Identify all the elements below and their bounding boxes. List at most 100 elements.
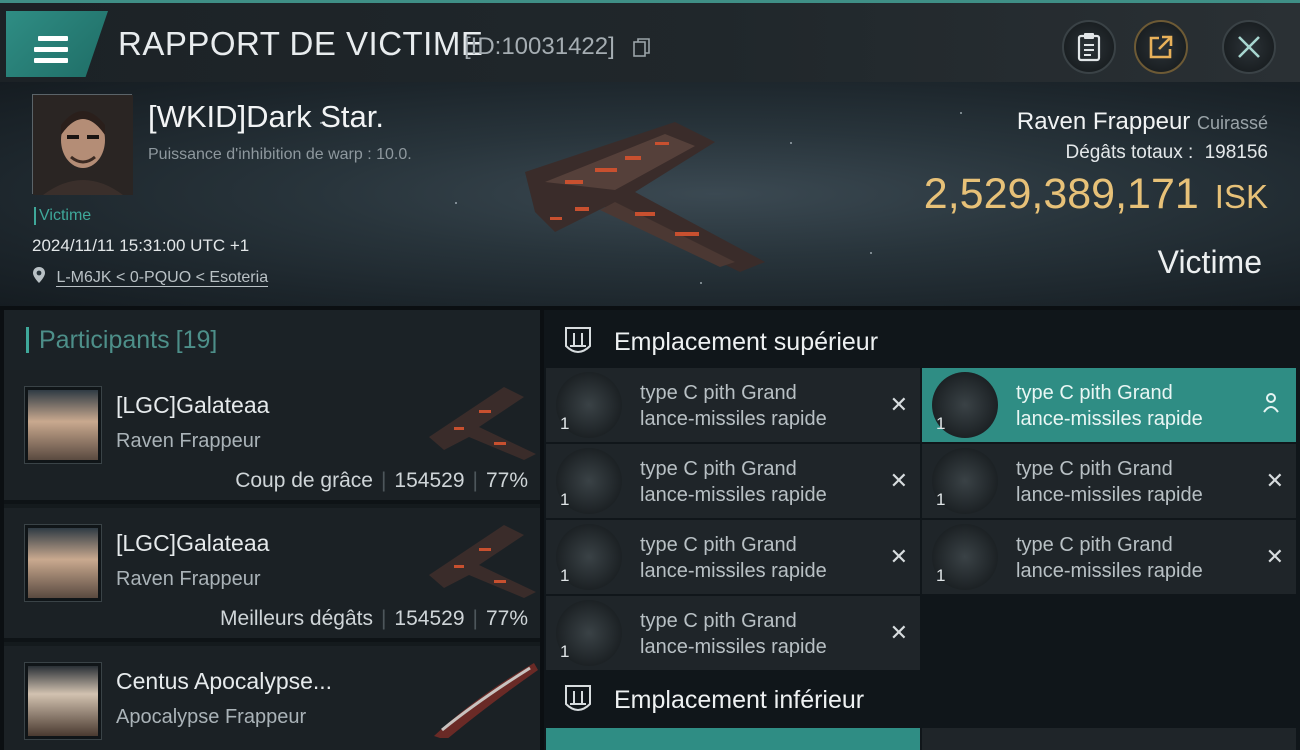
- total-damage: Dégâts totaux : 198156: [1066, 142, 1268, 164]
- victim-ship-image: [525, 122, 765, 272]
- module-slot[interactable]: 1 type C pith Grand lance-missiles rapide…: [546, 520, 920, 594]
- participant-tag: Meilleurs dégâts: [220, 607, 373, 630]
- participant-stats: Coup de grâce | 154529 | 77%: [235, 469, 528, 492]
- module-slot[interactable]: 1 type C pith Grand lance-missiles rapide: [922, 368, 1296, 442]
- kill-datetime: 2024/11/11 15:31:00 UTC +1: [32, 236, 250, 255]
- participant-name: Centus Apocalypse...: [116, 668, 333, 694]
- avatar[interactable]: [24, 386, 102, 464]
- clipboard-icon: [1077, 33, 1101, 62]
- participant-percent: 77%: [485, 607, 528, 630]
- report-id: [ID:10031422]: [464, 33, 615, 60]
- module-name: type C pith Grand lance-missiles rapide: [640, 456, 827, 508]
- participant-ship: Apocalypse Frappeur: [116, 706, 307, 728]
- destroyed-icon: ✕: [1265, 468, 1284, 493]
- participants-label: Participants: [39, 325, 170, 354]
- module-quantity: 1: [936, 490, 946, 509]
- participant-ship-image: [429, 387, 536, 460]
- location-pin-icon: [33, 267, 45, 283]
- share-icon: [1149, 35, 1173, 59]
- copy-icon[interactable]: [632, 37, 652, 59]
- module-slot[interactable]: 1 type C pith Grand lance-missiles rapide…: [922, 520, 1296, 594]
- victim-banner: [WKID]Dark Star. Puissance d'inhibition …: [0, 82, 1300, 306]
- participant-ship: Raven Frappeur: [116, 568, 261, 590]
- module-quantity: 1: [936, 414, 946, 433]
- low-slot-title: Emplacement inférieur: [614, 685, 865, 714]
- module-name-line1: type C pith Grand: [1016, 382, 1173, 404]
- victim-avatar[interactable]: [32, 94, 133, 195]
- clipboard-button[interactable]: [1062, 20, 1116, 74]
- victim-role-tag: Victime: [34, 207, 91, 225]
- destroyed-icon: ✕: [889, 392, 908, 417]
- module-name-line2: lance-missiles rapide: [640, 560, 827, 582]
- module-quantity: 1: [560, 490, 570, 509]
- victim-ship: Raven Frappeur Cuirassé: [1017, 108, 1268, 136]
- ship-name: Raven Frappeur: [1016, 108, 1191, 135]
- destroyed-icon: ✕: [1265, 544, 1284, 569]
- destroyed-icon: ✕: [889, 468, 908, 493]
- avatar[interactable]: [24, 662, 102, 740]
- avatar[interactable]: [24, 524, 102, 602]
- module-slot[interactable]: [922, 728, 1296, 750]
- participant-row[interactable]: Centus Apocalypse... Apocalypse Frappeur: [4, 646, 540, 750]
- victim-role-label: Victime: [1157, 244, 1262, 280]
- victim-name: [WKID]Dark Star.: [148, 99, 384, 134]
- module-name: type C pith Grand lance-missiles rapide: [1016, 532, 1203, 584]
- module-name-line1: type C pith Grand: [1016, 458, 1173, 480]
- module-name-line2: lance-missiles rapide: [640, 636, 827, 658]
- module-name-line1: type C pith Grand: [1016, 534, 1173, 556]
- high-slot-header: Emplacement supérieur: [544, 314, 1300, 370]
- participant-percent: 77%: [485, 469, 528, 492]
- participant-ship: Raven Frappeur: [116, 430, 261, 452]
- close-button[interactable]: [1222, 20, 1276, 74]
- participant-damage: 154529: [394, 607, 465, 630]
- module-quantity: 1: [560, 642, 570, 661]
- participants-count: [19]: [175, 325, 218, 354]
- total-damage-label: Dégâts totaux :: [1065, 142, 1194, 163]
- module-name-line1: type C pith Grand: [640, 382, 797, 404]
- participant-name: [LGC]Galateaa: [116, 392, 270, 418]
- module-name-line2: lance-missiles rapide: [1016, 484, 1203, 506]
- module-quantity: 1: [936, 566, 946, 585]
- module-slot[interactable]: 1 type C pith Grand lance-missiles rapide…: [546, 444, 920, 518]
- title-bar: RAPPORT DE VICTIME [ID:10031422]: [0, 0, 1300, 82]
- menu-icon: [34, 36, 68, 64]
- module-name: type C pith Grand lance-missiles rapide: [640, 380, 827, 432]
- module-slot[interactable]: 1 type C pith Grand lance-missiles rapide…: [546, 368, 920, 442]
- share-button[interactable]: [1134, 20, 1188, 74]
- module-quantity: 1: [560, 566, 570, 585]
- location-link[interactable]: L-M6JK < 0-PQUO < Esoteria: [56, 269, 269, 287]
- isk-unit: ISK: [1214, 178, 1268, 215]
- participants-panel: Participants [19] [LGC]Galateaa Raven Fr…: [4, 310, 540, 750]
- module-name: type C pith Grand lance-missiles rapide: [640, 532, 827, 584]
- destroyed-icon: ✕: [889, 544, 908, 569]
- module-slot[interactable]: [546, 728, 920, 750]
- close-icon: [1238, 36, 1260, 58]
- participant-name: [LGC]Galateaa: [116, 530, 270, 556]
- page-title: RAPPORT DE VICTIME: [118, 25, 484, 62]
- participant-stats: Meilleurs dégâts | 154529 | 77%: [220, 607, 528, 630]
- module-slot[interactable]: 1 type C pith Grand lance-missiles rapide…: [922, 444, 1296, 518]
- destroyed-icon: ✕: [889, 620, 908, 645]
- module-name-line2: lance-missiles rapide: [1016, 560, 1203, 582]
- participant-ship-image: [434, 663, 538, 738]
- high-slot-title: Emplacement supérieur: [614, 327, 879, 356]
- slot-shield-icon: [565, 327, 591, 353]
- participant-row[interactable]: [LGC]Galateaa Raven Frappeur Meilleurs d…: [4, 508, 540, 642]
- participant-ship-image: [429, 525, 536, 598]
- fitting-panel: Emplacement supérieur 1 type C pith Gran…: [544, 310, 1300, 750]
- menu-button[interactable]: [6, 11, 108, 77]
- module-name-line2: lance-missiles rapide: [640, 484, 827, 506]
- module-quantity: 1: [560, 414, 570, 433]
- module-name-line2: lance-missiles rapide: [640, 408, 827, 430]
- participant-row[interactable]: [LGC]Galateaa Raven Frappeur Coup de grâ…: [4, 370, 540, 504]
- low-slot-header: Emplacement inférieur: [544, 672, 1300, 728]
- module-name-line1: type C pith Grand: [640, 534, 797, 556]
- module-slot[interactable]: 1 type C pith Grand lance-missiles rapide…: [546, 596, 920, 670]
- kill-location[interactable]: L-M6JK < 0-PQUO < Esoteria: [32, 266, 269, 287]
- pilot-icon: [1263, 393, 1279, 413]
- participants-header[interactable]: Participants [19]: [4, 310, 540, 370]
- isk-amount: 2,529,389,171: [923, 170, 1199, 218]
- module-name: type C pith Grand lance-missiles rapide: [1016, 456, 1203, 508]
- module-name-line1: type C pith Grand: [640, 610, 797, 632]
- participant-tag: Coup de grâce: [235, 469, 373, 492]
